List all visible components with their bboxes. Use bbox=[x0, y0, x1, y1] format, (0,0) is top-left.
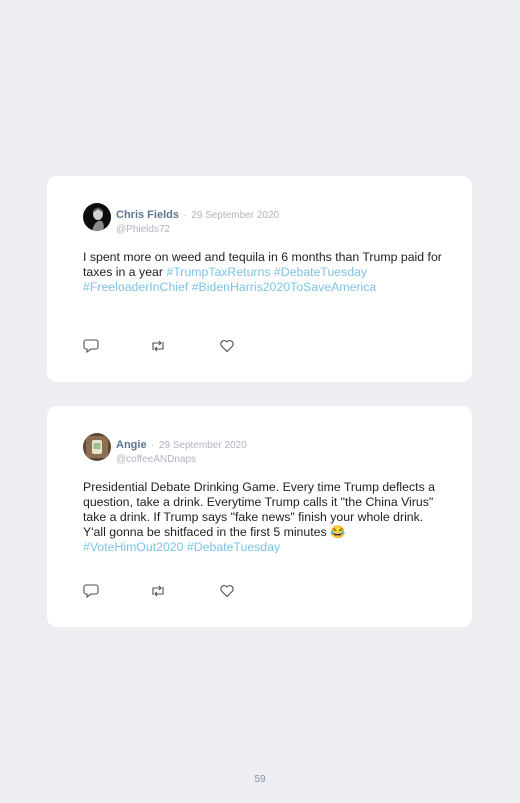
tweet-body: Presidential Debate Drinking Game. Every… bbox=[83, 480, 435, 539]
hashtag-link[interactable]: #FreeloaderInChief bbox=[83, 280, 188, 294]
author-handle[interactable]: @Phields72 bbox=[116, 224, 279, 235]
tweet-date: 29 September 2020 bbox=[191, 210, 280, 221]
avatar[interactable] bbox=[83, 433, 111, 461]
author-name[interactable]: Chris Fields bbox=[116, 209, 179, 221]
avatar[interactable] bbox=[83, 203, 111, 231]
retweet-icon[interactable] bbox=[150, 583, 166, 599]
hashtag-link[interactable]: #VoteHimOut2020 bbox=[83, 540, 184, 554]
separator-dot: · bbox=[151, 440, 155, 451]
tweet-date: 29 September 2020 bbox=[158, 440, 247, 451]
tweet-meta: Chris Fields · 29 September 2020 @Phield… bbox=[116, 205, 279, 235]
author-name[interactable]: Angie bbox=[116, 439, 147, 451]
reply-icon[interactable] bbox=[83, 583, 99, 599]
tweet-card: Angie · 29 September 2020 @coffeeANDnaps… bbox=[47, 406, 472, 627]
page-number: 59 bbox=[254, 774, 266, 785]
hashtag-link[interactable]: #DebateTuesday bbox=[187, 540, 280, 554]
retweet-icon[interactable] bbox=[150, 338, 166, 354]
author-handle[interactable]: @coffeeANDnaps bbox=[116, 454, 247, 465]
separator-dot: · bbox=[183, 210, 187, 221]
like-icon[interactable] bbox=[219, 338, 235, 354]
tweet-actions bbox=[83, 583, 253, 599]
hashtag-link[interactable]: #BidenHarris2020ToSaveAmerica bbox=[192, 280, 377, 294]
tweet-actions bbox=[83, 338, 253, 354]
tweet-text: I spent more on weed and tequila in 6 mo… bbox=[83, 250, 443, 295]
tweet-card: Chris Fields · 29 September 2020 @Phield… bbox=[47, 176, 472, 382]
hashtag-link[interactable]: #DebateTuesday bbox=[274, 265, 367, 279]
hashtag-link[interactable]: #TrumpTaxReturns bbox=[166, 265, 270, 279]
like-icon[interactable] bbox=[219, 583, 235, 599]
tweet-meta: Angie · 29 September 2020 @coffeeANDnaps bbox=[116, 435, 247, 465]
reply-icon[interactable] bbox=[83, 338, 99, 354]
tweet-text: Presidential Debate Drinking Game. Every… bbox=[83, 480, 443, 555]
